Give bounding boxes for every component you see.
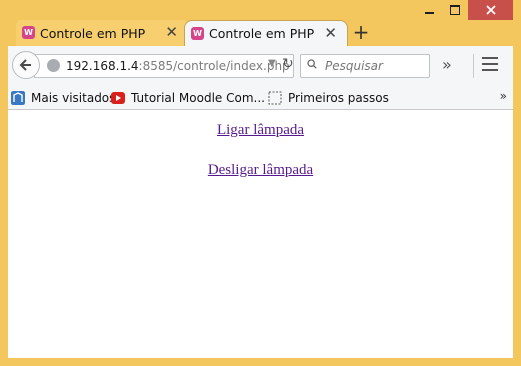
desligar-lampada-link[interactable]: Desligar lâmpada [208, 162, 313, 178]
reload-icon[interactable]: ↻ [282, 56, 294, 72]
browser-window: W Controle em PHP ✕ W Controle em PHP ✕ … [0, 0, 521, 366]
plus-icon: + [352, 20, 370, 44]
bookmark-tutorial-moodle[interactable]: Tutorial Moodle Com... [111, 91, 265, 105]
back-arrow-icon [19, 59, 31, 71]
tab-strip: W Controle em PHP ✕ W Controle em PHP ✕ … [8, 18, 513, 46]
tab-title: Controle em PHP [40, 25, 146, 41]
ligar-lampada-link[interactable]: Ligar lâmpada [217, 122, 304, 138]
search-field[interactable]: Pesquisar [300, 54, 430, 78]
bookmark-mais-visitados[interactable]: Mais visitados [11, 91, 115, 105]
page-icon [268, 91, 282, 105]
navigation-toolbar: 192.168.1.4:8585/controle/index.php ▼ ↻ … [8, 46, 513, 86]
ligar-link-row: Ligar lâmpada [8, 122, 513, 139]
close-tab-icon[interactable]: ✕ [324, 25, 337, 41]
new-tab-button[interactable]: + [348, 20, 374, 44]
tab-title: Controle em PHP [209, 26, 315, 41]
close-window-button[interactable] [468, 0, 513, 20]
toolbar-divider [473, 54, 474, 78]
youtube-icon [111, 92, 125, 104]
bookmark-label: Primeiros passos [288, 91, 389, 105]
url-path: :8585/controle/index.php [138, 59, 290, 73]
close-icon [485, 5, 496, 15]
dropdown-arrow-icon[interactable]: ▼ [268, 58, 276, 69]
minimize-button[interactable] [416, 0, 442, 20]
globe-icon [47, 59, 60, 72]
url-host: 192.168.1.4 [66, 59, 139, 73]
search-icon [307, 59, 317, 69]
bookmarks-overflow-icon[interactable]: » [500, 89, 507, 103]
url-text[interactable]: 192.168.1.4:8585/controle/index.php [66, 59, 290, 73]
search-placeholder: Pesquisar [325, 59, 383, 73]
bookmark-label: Mais visitados [31, 91, 116, 105]
wamp-icon: W [22, 26, 35, 39]
hamburger-menu-icon[interactable] [482, 57, 498, 75]
overflow-chevron-icon[interactable]: » [442, 55, 452, 74]
back-button[interactable] [12, 51, 40, 79]
address-bar[interactable]: 192.168.1.4:8585/controle/index.php ▼ ↻ [34, 54, 294, 78]
bookmark-star-icon [11, 91, 25, 105]
desligar-link-row: Desligar lâmpada [8, 162, 513, 179]
tab-controle-em-php-2[interactable]: W Controle em PHP ✕ [184, 20, 348, 46]
tab-controle-em-php-1[interactable]: W Controle em PHP ✕ [16, 20, 188, 46]
bookmark-label: Tutorial Moodle Com... [131, 91, 265, 105]
maximize-icon [450, 5, 460, 15]
page-content: Ligar lâmpada Desligar lâmpada [8, 110, 513, 358]
minimize-icon [424, 12, 434, 14]
wamp-icon: W [191, 27, 204, 40]
bookmarks-bar: Mais visitados Tutorial Moodle Com... Pr… [8, 86, 513, 110]
bookmark-primeiros-passos[interactable]: Primeiros passos [268, 91, 389, 105]
maximize-button[interactable] [442, 0, 468, 20]
close-tab-icon[interactable]: ✕ [165, 24, 178, 40]
